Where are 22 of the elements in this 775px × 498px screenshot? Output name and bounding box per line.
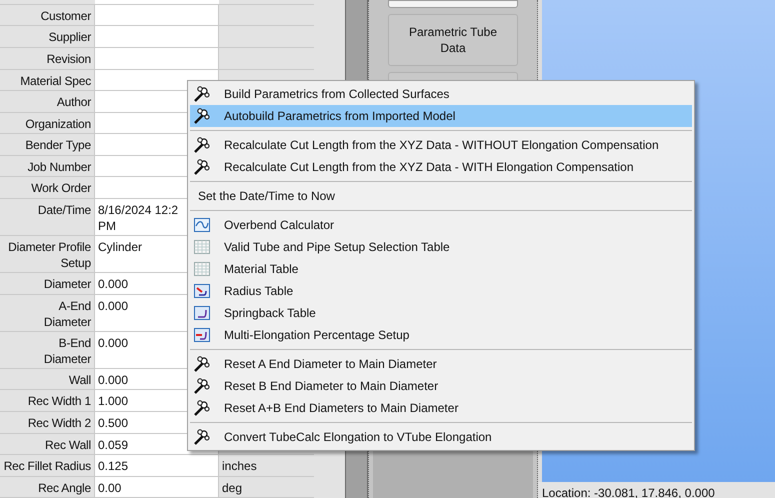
menu-item[interactable]: Build Parametrics from Collected Surfaces <box>190 83 692 105</box>
menu-item[interactable]: Autobuild Parametrics from Imported Model <box>190 105 692 127</box>
grid-icon <box>194 261 210 277</box>
grid-icon <box>194 239 210 255</box>
wand-icon <box>194 429 210 445</box>
wand-icon <box>194 159 210 175</box>
wand-icon <box>194 378 210 394</box>
wand-icon <box>194 108 210 124</box>
menu-item[interactable]: Recalculate Cut Length from the XYZ Data - WITHOUT Elongation Compensation <box>190 134 692 156</box>
wand-icon <box>194 137 210 153</box>
wave-chart-icon <box>194 217 210 233</box>
wand-icon <box>194 400 210 416</box>
menu-item[interactable]: Recalculate Cut Length from the XYZ Data - WITH Elongation Compensation <box>190 156 692 178</box>
bend-table-icon <box>194 283 210 299</box>
table-cell: 0.125 <box>95 455 219 476</box>
panel-button[interactable] <box>388 0 518 8</box>
bend-table-icon <box>194 327 210 343</box>
table-cell: 0.00 <box>95 476 219 498</box>
panel-button[interactable]: Parametric Tube Data <box>388 14 518 66</box>
bend-table-icon <box>194 305 210 321</box>
wand-icon <box>194 356 210 372</box>
wand-icon <box>194 86 210 102</box>
